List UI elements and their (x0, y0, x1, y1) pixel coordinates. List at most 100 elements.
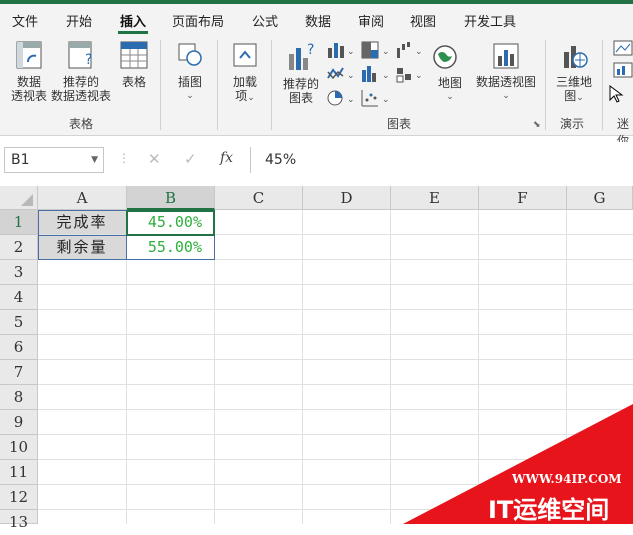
gridline (302, 210, 303, 524)
addins-button[interactable]: 加载 项⌄ (222, 40, 268, 105)
ribbon-tabs: 文件 开始 插入 页面布局 公式 数据 审阅 视图 开发工具 (0, 4, 633, 34)
cell-b2[interactable]: 55.00% (127, 235, 215, 260)
waterfall-chart-icon: ⌄ (397, 42, 423, 58)
insert-function-icon[interactable]: fx (220, 150, 233, 166)
row-header-1[interactable]: 1 (0, 210, 38, 235)
pivot-chart-icon (493, 43, 519, 69)
statistic-chart-icon: ⌄ (362, 66, 390, 82)
row-header-9[interactable]: 9 (0, 410, 38, 435)
maps-button[interactable] (430, 42, 460, 76)
formula-input[interactable]: 45% (250, 147, 633, 173)
name-box[interactable]: B1 ▼ (4, 147, 104, 173)
pivot-chart-label: 数据透视图 (475, 75, 536, 89)
illustrations-label: 插图 (177, 75, 202, 89)
row-header-12[interactable]: 12 (0, 485, 38, 510)
illustrations-button[interactable]: 插图 ⌄ (166, 40, 214, 103)
svg-text:⌄: ⌄ (415, 47, 423, 57)
column-header-a[interactable]: A (38, 186, 127, 210)
column-header-d[interactable]: D (303, 186, 391, 210)
svg-text:⌄: ⌄ (347, 47, 354, 57)
recommended-charts-button[interactable]: ? 推荐的 图表 (278, 40, 324, 105)
sparkline-column-icon (613, 62, 633, 78)
maps-label-group: 地图 ⌄ (432, 76, 468, 104)
row-header-10[interactable]: 10 (0, 435, 38, 460)
row-header-3[interactable]: 3 (0, 260, 38, 285)
pivot-table-button[interactable]: 数据 透视表 (8, 40, 50, 103)
pivot-table-label-1: 数据 (16, 75, 41, 89)
group-separator (217, 40, 218, 130)
enter-icon[interactable]: ✓ (184, 150, 197, 168)
row-header-5[interactable]: 5 (0, 310, 38, 335)
row-header-7[interactable]: 7 (0, 360, 38, 385)
pie-chart-button[interactable]: ⌄ (326, 88, 355, 112)
svg-text:⌄: ⌄ (382, 71, 390, 81)
scatter-chart-button[interactable]: ⌄ (360, 88, 390, 112)
tab-formulas[interactable]: 公式 (252, 11, 278, 30)
svg-text:⌄: ⌄ (415, 71, 423, 81)
row-header-2[interactable]: 2 (0, 235, 38, 260)
column-chart-button[interactable]: ⌄ (326, 40, 355, 64)
row-header-13[interactable]: 13 (0, 510, 38, 531)
row-header-11[interactable]: 11 (0, 460, 38, 485)
svg-text:?: ? (85, 52, 92, 68)
group-separator (160, 40, 161, 130)
statistic-chart-button[interactable]: ⌄ (360, 64, 390, 88)
3d-map-label-1: 三维地 (555, 75, 592, 89)
tab-home[interactable]: 开始 (66, 11, 92, 30)
addins-label-1: 加载 (232, 75, 257, 89)
ribbon-insert: 数据 透视表 ? 推荐的 数据透视表 表格 表格 插图 ⌄ 加载 项⌄ ? 推荐… (0, 34, 633, 148)
row-header-8[interactable]: 8 (0, 385, 38, 410)
column-header-g[interactable]: G (567, 186, 633, 210)
group-label-tours: 演示 (560, 117, 585, 131)
cell-a2[interactable]: 剩余量 (38, 235, 127, 260)
addins-label-2: 项⌄ (235, 89, 255, 103)
dialog-launcher-icon[interactable]: ⬊ (533, 120, 541, 130)
row-header-4[interactable]: 4 (0, 285, 38, 310)
pie-chart-icon: ⌄ (327, 90, 355, 106)
group-separator (602, 40, 603, 130)
chevron-down-icon: ⌄ (446, 92, 454, 102)
chevron-down-icon[interactable]: ▼ (91, 148, 98, 172)
group-separator (271, 40, 272, 130)
watermark-brand: IT运维空间 (488, 496, 610, 524)
tab-review[interactable]: 审阅 (358, 11, 384, 30)
select-all-button[interactable] (0, 186, 38, 210)
table-label: 表格 (121, 75, 146, 89)
group-separator (545, 40, 546, 130)
sparkline-line-icon (613, 40, 633, 56)
select-all-triangle-icon (21, 194, 33, 206)
column-header-f[interactable]: F (479, 186, 567, 210)
scatter-chart-icon: ⌄ (361, 90, 390, 107)
svg-text:⌄: ⌄ (382, 95, 390, 105)
tab-page-layout[interactable]: 页面布局 (172, 11, 224, 30)
active-cell-outline (126, 210, 215, 236)
column-header-c[interactable]: C (215, 186, 303, 210)
tab-developer[interactable]: 开发工具 (464, 11, 516, 30)
combo-chart-button[interactable]: ⌄ (395, 64, 425, 88)
tab-file[interactable]: 文件 (12, 11, 38, 30)
cursor-arrow-icon (609, 85, 624, 103)
gridline (38, 309, 633, 310)
cell-a1[interactable]: 完成率 (38, 210, 127, 235)
row-header-6[interactable]: 6 (0, 335, 38, 360)
column-header-e[interactable]: E (391, 186, 479, 210)
formula-value: 45% (265, 152, 297, 168)
tab-data[interactable]: 数据 (305, 11, 331, 30)
pivot-chart-button[interactable]: 数据透视图 ⌄ (472, 40, 540, 103)
3d-map-button[interactable]: 三维地 图⌄ (552, 40, 596, 105)
recommended-pivot-icon: ? (68, 41, 92, 69)
table-button[interactable]: 表格 (114, 40, 154, 89)
column-header-b[interactable]: B (127, 186, 215, 210)
sparkline-line-button[interactable] (613, 40, 633, 60)
recommended-pivot-label-2: 数据透视表 (50, 89, 111, 103)
tab-insert[interactable]: 插入 (120, 11, 146, 30)
sparkline-column-button[interactable] (613, 62, 633, 82)
pivot-table-icon (16, 41, 42, 69)
waterfall-chart-button[interactable]: ⌄ (395, 40, 425, 64)
line-chart-button[interactable]: ⌄ (326, 64, 355, 88)
cancel-icon[interactable]: ✕ (148, 150, 161, 168)
tab-view[interactable]: 视图 (410, 11, 436, 30)
combo-chart-icon: ⌄ (396, 68, 423, 83)
hierarchy-chart-button[interactable]: ⌄ (360, 40, 390, 64)
recommended-pivot-button[interactable]: ? 推荐的 数据透视表 (50, 40, 112, 103)
